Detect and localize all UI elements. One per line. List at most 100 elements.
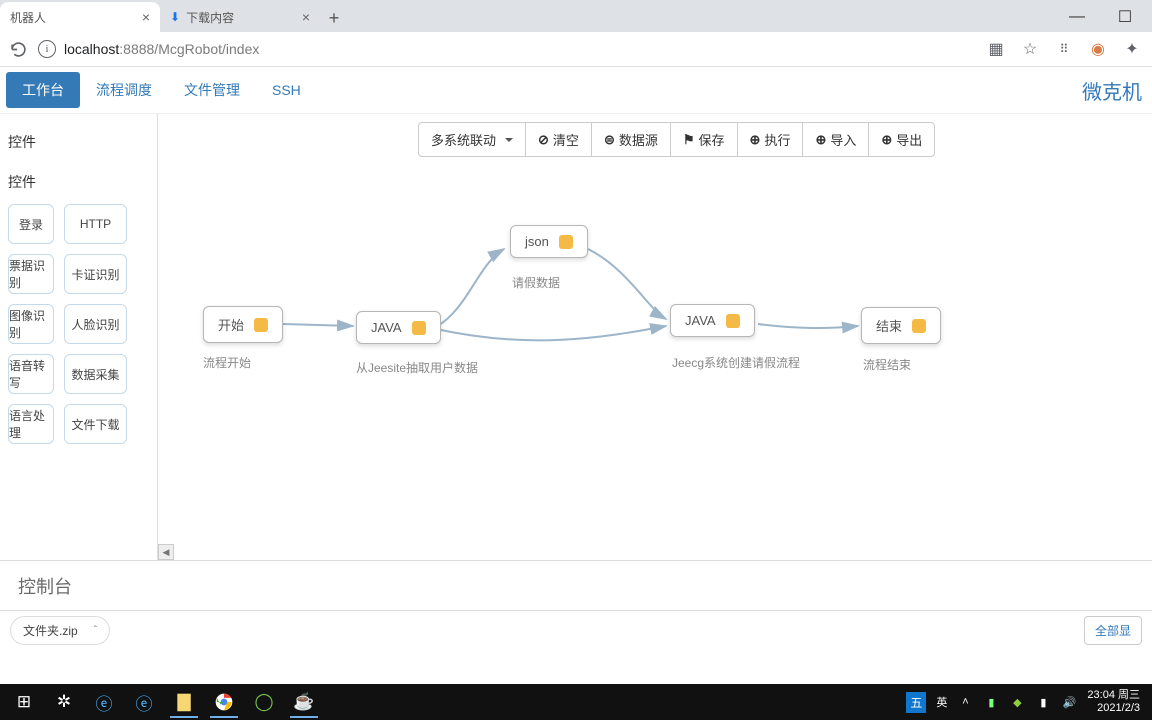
collapse-sidebar-button[interactable]: ◀ bbox=[158, 544, 174, 560]
ime-indicator-2[interactable]: 英 bbox=[936, 694, 947, 710]
import-button[interactable]: ⊕导入 bbox=[802, 123, 868, 156]
node-text: json bbox=[525, 234, 549, 249]
task-app-2[interactable]: ◯ bbox=[244, 686, 284, 718]
palette: 登录 HTTP 票据识别 卡证识别 图像识别 人脸识别 语音转写 数据采集 语言… bbox=[8, 204, 149, 444]
new-tab-button[interactable]: + bbox=[320, 4, 348, 32]
task-app-1[interactable]: ✲ bbox=[44, 686, 84, 718]
palette-scrape[interactable]: 数据采集 bbox=[64, 354, 127, 394]
browser-tab-active[interactable]: 机器人 × bbox=[0, 2, 160, 32]
tab-title: 机器人 bbox=[10, 9, 46, 26]
bookmark-icon[interactable]: ☆ bbox=[1020, 39, 1040, 59]
node-json-label: 请假数据 bbox=[512, 274, 560, 291]
node-end-label: 流程结束 bbox=[863, 356, 911, 373]
node-port[interactable] bbox=[254, 318, 268, 332]
palette-http[interactable]: HTTP bbox=[64, 204, 127, 244]
save-button[interactable]: ⚑保存 bbox=[670, 123, 737, 156]
task-java[interactable]: ☕ bbox=[284, 686, 324, 718]
show-all-downloads-button[interactable]: 全部显 bbox=[1084, 616, 1142, 645]
tray-up-icon[interactable]: ˄ bbox=[957, 694, 973, 710]
execute-button[interactable]: ⊕执行 bbox=[737, 123, 803, 156]
palette-speech[interactable]: 语音转写 bbox=[8, 354, 54, 394]
palette-face-rec[interactable]: 人脸识别 bbox=[64, 304, 127, 344]
datasource-button[interactable]: ⊜数据源 bbox=[591, 123, 670, 156]
translate-icon[interactable]: ⠿ bbox=[1054, 39, 1074, 59]
palette-login[interactable]: 登录 bbox=[8, 204, 54, 244]
import-icon: ⊕ bbox=[815, 132, 826, 148]
console-panel: 控制台 bbox=[0, 560, 1152, 610]
node-port[interactable] bbox=[412, 321, 426, 335]
download-filename: 文件夹.zip bbox=[23, 622, 78, 639]
sidebar-heading-2: 控件 bbox=[8, 164, 149, 204]
node-port[interactable] bbox=[912, 319, 926, 333]
window-controls: — ☐ bbox=[1062, 2, 1152, 32]
task-explorer[interactable]: ▇ bbox=[164, 686, 204, 718]
ime-indicator-1[interactable]: 五 bbox=[906, 692, 926, 713]
download-icon: ⬇ bbox=[170, 10, 180, 24]
canvas-toolbar: 多系统联动 ⊘清空 ⊜数据源 ⚑保存 ⊕执行 ⊕导入 ⊕导出 bbox=[418, 122, 935, 157]
url-display[interactable]: localhost:8888/McgRobot/index bbox=[64, 41, 978, 57]
export-icon: ⊕ bbox=[881, 132, 892, 148]
node-json[interactable]: json bbox=[510, 225, 588, 258]
reload-button[interactable] bbox=[6, 37, 30, 61]
node-start-label: 流程开始 bbox=[203, 354, 251, 371]
task-ie[interactable]: ⓔ bbox=[84, 686, 124, 718]
tray-network-icon[interactable]: ▮ bbox=[1035, 694, 1051, 710]
node-port[interactable] bbox=[726, 314, 740, 328]
app-install-icon[interactable]: ▦ bbox=[986, 39, 1006, 59]
system-tray: 五 英 ˄ ▮ ◆ ▮ 🔊 23:04 周三 2021/2/3 bbox=[906, 689, 1148, 715]
tray-battery-icon[interactable]: ▮ bbox=[983, 694, 999, 710]
nav-schedule[interactable]: 流程调度 bbox=[80, 72, 168, 108]
tray-app-icon[interactable]: ◆ bbox=[1009, 694, 1025, 710]
maximize-button[interactable]: ☐ bbox=[1110, 2, 1140, 32]
node-text: 开始 bbox=[218, 315, 244, 334]
node-end[interactable]: 结束 bbox=[861, 307, 941, 344]
flow-canvas[interactable]: 多系统联动 ⊘清空 ⊜数据源 ⚑保存 ⊕执行 ⊕导入 ⊕导出 开始 bbox=[158, 114, 1152, 560]
chevron-up-icon[interactable]: ˆ bbox=[94, 625, 97, 636]
nav-files[interactable]: 文件管理 bbox=[168, 72, 256, 108]
url-path: :8888/McgRobot/index bbox=[119, 41, 259, 57]
clock-date: 2021/2/3 bbox=[1087, 702, 1140, 715]
node-java1[interactable]: JAVA bbox=[356, 311, 441, 344]
palette-card-ocr[interactable]: 卡证识别 bbox=[64, 254, 127, 294]
minimize-button[interactable]: — bbox=[1062, 2, 1092, 32]
download-shelf: 文件夹.zip ˆ 全部显 bbox=[0, 610, 1152, 650]
console-title: 控制台 bbox=[18, 573, 72, 599]
start-button[interactable]: ⊞ bbox=[4, 686, 44, 718]
windows-taskbar: ⊞ ✲ ⓔ ⓔ ▇ ◯ ☕ 五 英 ˄ ▮ ◆ ▮ 🔊 23:04 周三 202… bbox=[0, 684, 1152, 720]
datasource-icon: ⊜ bbox=[604, 132, 615, 148]
site-info-icon[interactable]: i bbox=[38, 40, 56, 58]
browser-tab-strip: 机器人 × ⬇ 下载内容 × + — ☐ bbox=[0, 0, 1152, 32]
task-edge[interactable]: ⓔ bbox=[124, 686, 164, 718]
clear-icon: ⊘ bbox=[538, 132, 549, 148]
node-port[interactable] bbox=[559, 235, 573, 249]
nav-ssh[interactable]: SSH bbox=[256, 74, 317, 106]
clear-button[interactable]: ⊘清空 bbox=[525, 123, 591, 156]
extensions-puzzle-icon[interactable]: ✦ bbox=[1122, 39, 1142, 59]
nav-workbench[interactable]: 工作台 bbox=[6, 72, 80, 108]
node-java2-label: Jeecg系统创建请假流程 bbox=[672, 354, 800, 371]
palette-image-rec[interactable]: 图像识别 bbox=[8, 304, 54, 344]
multi-system-dropdown[interactable]: 多系统联动 bbox=[419, 123, 525, 156]
palette-download[interactable]: 文件下载 bbox=[64, 404, 127, 444]
close-icon[interactable]: × bbox=[302, 9, 310, 25]
close-icon[interactable]: × bbox=[142, 9, 150, 25]
sidebar: 控件 控件 登录 HTTP 票据识别 卡证识别 图像识别 人脸识别 语音转写 数… bbox=[0, 114, 158, 560]
clock-time: 23:04 周三 bbox=[1087, 689, 1140, 702]
node-start[interactable]: 开始 bbox=[203, 306, 283, 343]
download-item[interactable]: 文件夹.zip ˆ bbox=[10, 616, 110, 645]
palette-ticket-ocr[interactable]: 票据识别 bbox=[8, 254, 54, 294]
extension-icon[interactable]: ◉ bbox=[1088, 39, 1108, 59]
save-icon: ⚑ bbox=[683, 132, 695, 148]
tab-title: 下载内容 bbox=[186, 9, 234, 26]
browser-tab-downloads[interactable]: ⬇ 下载内容 × bbox=[160, 2, 320, 32]
palette-nlp[interactable]: 语言处理 bbox=[8, 404, 54, 444]
node-text: JAVA bbox=[371, 320, 402, 335]
app-top-nav: 工作台 流程调度 文件管理 SSH 微克机 bbox=[0, 67, 1152, 114]
tray-volume-icon[interactable]: 🔊 bbox=[1061, 694, 1077, 710]
task-chrome[interactable] bbox=[204, 686, 244, 718]
flow-connections bbox=[158, 114, 1152, 560]
taskbar-clock[interactable]: 23:04 周三 2021/2/3 bbox=[1087, 689, 1140, 715]
export-button[interactable]: ⊕导出 bbox=[868, 123, 934, 156]
node-java2[interactable]: JAVA bbox=[670, 304, 755, 337]
sidebar-heading-1: 控件 bbox=[8, 124, 149, 164]
